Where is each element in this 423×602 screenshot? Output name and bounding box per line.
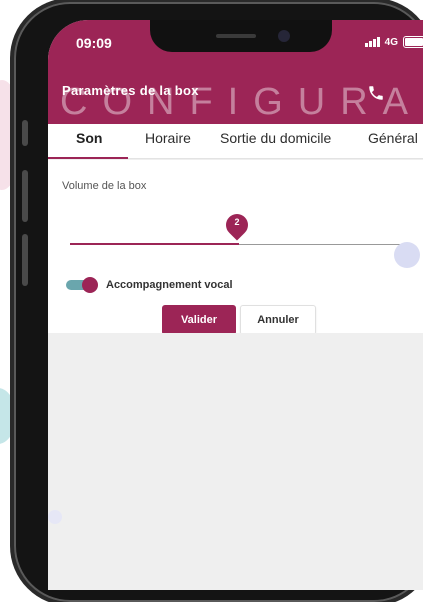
tab-horaire[interactable]: Horaire <box>145 130 191 146</box>
signal-icon <box>364 37 380 47</box>
volume-slider-fill <box>70 243 239 245</box>
decor-circle <box>48 510 62 524</box>
settings-panel: Volume de la box 2 Accompagnement vocal … <box>48 160 423 335</box>
phone-screen: 09:09 4G Paramètres de la box CONFIGURA … <box>48 20 423 590</box>
phone-frame: 09:09 4G Paramètres de la box CONFIGURA … <box>14 2 423 602</box>
phone-side-button <box>22 120 28 146</box>
status-bar: 09:09 4G <box>48 20 423 74</box>
notch <box>150 20 332 52</box>
tab-general[interactable]: Général <box>368 130 418 146</box>
phone-icon[interactable] <box>367 84 385 102</box>
volume-label: Volume de la box <box>62 180 147 192</box>
status-indicators: 4G <box>364 36 423 48</box>
app-header: Paramètres de la box CONFIGURA <box>48 74 423 124</box>
vocal-toggle[interactable] <box>66 277 98 293</box>
front-camera <box>278 30 290 42</box>
volume-value: 2 <box>234 217 240 227</box>
speaker-grille <box>216 34 256 38</box>
toggle-knob <box>82 277 98 293</box>
tab-sortie-du-domicile[interactable]: Sortie du domicile <box>220 130 331 146</box>
phone-side-button <box>22 170 28 222</box>
empty-content-area <box>48 333 423 590</box>
tab-son[interactable]: Son <box>76 130 102 146</box>
battery-icon <box>403 36 423 48</box>
status-time: 09:09 <box>76 35 112 51</box>
phone-side-button <box>22 234 28 286</box>
vocal-toggle-label: Accompagnement vocal <box>106 279 233 291</box>
active-tab-indicator <box>48 157 128 159</box>
validate-button[interactable]: Valider <box>162 305 236 335</box>
decor-circle <box>394 242 420 268</box>
cancel-button[interactable]: Annuler <box>240 305 316 335</box>
network-label: 4G <box>384 36 398 48</box>
tab-bar: Son Horaire Sortie du domicile Général <box>48 124 423 159</box>
